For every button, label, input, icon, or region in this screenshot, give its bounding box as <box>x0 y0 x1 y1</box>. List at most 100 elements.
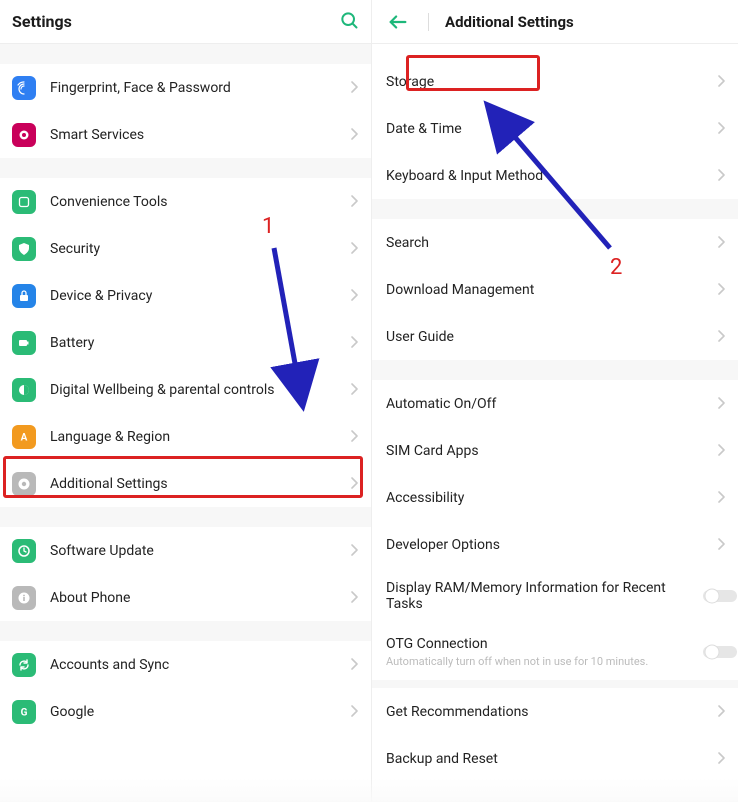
option-item[interactable]: Keyboard & Input Method <box>372 152 738 199</box>
label: Date & Time <box>386 121 462 137</box>
label: Convenience Tools <box>50 194 167 210</box>
settings-item-battery[interactable]: Battery <box>0 319 371 366</box>
label: Digital Wellbeing & parental controls <box>50 382 274 398</box>
settings-item-gear[interactable]: Additional Settings <box>0 460 371 507</box>
settings-item-wellbeing[interactable]: Digital Wellbeing & parental controls <box>0 366 371 413</box>
page-title: Settings <box>12 12 72 31</box>
label: Download Management <box>386 282 534 298</box>
label: Google <box>50 704 94 720</box>
settings-item-sync[interactable]: Accounts and Sync <box>0 641 371 688</box>
settings-item-shield[interactable]: Security <box>0 225 371 272</box>
option-item[interactable]: Search <box>372 219 738 266</box>
chevron-right-icon <box>351 286 359 305</box>
svg-text:A: A <box>21 432 28 443</box>
chevron-right-icon <box>718 394 726 413</box>
label: Search <box>386 235 429 251</box>
section-gap <box>372 360 738 380</box>
settings-item-lock[interactable]: Device & Privacy <box>0 272 371 319</box>
label: Automatic On/Off <box>386 396 496 412</box>
label: Fingerprint, Face & Password <box>50 80 231 96</box>
option-item[interactable]: Automatic On/Off <box>372 380 738 427</box>
chevron-right-icon <box>351 655 359 674</box>
chevron-right-icon <box>351 239 359 258</box>
option-item[interactable]: Developer Options <box>372 521 738 568</box>
label: Device & Privacy <box>50 288 152 304</box>
label: Accounts and Sync <box>50 657 169 673</box>
chevron-right-icon <box>351 427 359 446</box>
settings-item-g[interactable]: G Google <box>0 688 371 735</box>
settings-header: Settings <box>0 0 371 44</box>
section-gap <box>372 680 738 688</box>
label: OTG Connection <box>386 636 488 652</box>
chevron-right-icon <box>718 166 726 185</box>
option-item[interactable]: Accessibility <box>372 474 738 521</box>
option-item[interactable]: Date & Time <box>372 105 738 152</box>
option-item[interactable]: Backup and Reset <box>372 735 738 782</box>
toggle-switch[interactable] <box>702 587 738 605</box>
fingerprint-icon <box>12 76 36 100</box>
lock-icon <box>12 284 36 308</box>
settings-item-fingerprint[interactable]: Fingerprint, Face & Password <box>0 64 371 111</box>
sync-icon <box>12 653 36 677</box>
option-item[interactable]: Get Recommendations <box>372 688 738 735</box>
label: Keyboard & Input Method <box>386 168 543 184</box>
bottom-fade <box>0 778 738 802</box>
toggle-item[interactable]: OTG Connection Automatically turn off whe… <box>372 624 738 680</box>
update-icon <box>12 539 36 563</box>
label: SIM Card Apps <box>386 443 479 459</box>
label: Storage <box>386 74 434 90</box>
chevron-right-icon <box>351 125 359 144</box>
back-icon[interactable] <box>384 8 412 36</box>
option-item[interactable]: User Guide <box>372 313 738 360</box>
chevron-right-icon <box>351 78 359 97</box>
label: Get Recommendations <box>386 704 529 720</box>
chevron-right-icon <box>718 488 726 507</box>
spacer <box>372 44 738 58</box>
section-gap <box>0 44 371 64</box>
chevron-right-icon <box>718 702 726 721</box>
section-gap <box>0 158 371 178</box>
section-gap <box>372 199 738 219</box>
settings-item-about[interactable]: About Phone <box>0 574 371 621</box>
chevron-right-icon <box>351 380 359 399</box>
chevron-right-icon <box>718 749 726 768</box>
option-item[interactable]: SIM Card Apps <box>372 427 738 474</box>
chevron-right-icon <box>718 233 726 252</box>
label: Backup and Reset <box>386 751 498 767</box>
subtitle: Automatically turn off when not in use f… <box>386 655 648 668</box>
chevron-right-icon <box>351 702 359 721</box>
section-gap <box>0 621 371 641</box>
option-item[interactable]: Download Management <box>372 266 738 313</box>
settings-item-circle[interactable]: Smart Services <box>0 111 371 158</box>
additional-settings-header: Additional Settings <box>372 0 738 44</box>
search-icon[interactable] <box>339 10 359 34</box>
wellbeing-icon <box>12 378 36 402</box>
tools-icon <box>12 190 36 214</box>
chevron-right-icon <box>718 441 726 460</box>
settings-item-update[interactable]: Software Update <box>0 527 371 574</box>
label: Security <box>50 241 100 257</box>
label: Display RAM/Memory Information for Recen… <box>386 580 698 612</box>
label: Accessibility <box>386 490 464 506</box>
label: Smart Services <box>50 127 144 143</box>
settings-item-language[interactable]: A Language & Region <box>0 413 371 460</box>
toggle-switch[interactable] <box>702 643 738 661</box>
label: User Guide <box>386 329 454 345</box>
label: Software Update <box>50 543 154 559</box>
label: Developer Options <box>386 537 500 553</box>
gear-icon <box>12 472 36 496</box>
about-icon <box>12 586 36 610</box>
option-item[interactable]: Storage <box>372 58 738 105</box>
toggle-item[interactable]: Display RAM/Memory Information for Recen… <box>372 568 738 624</box>
label: Language & Region <box>50 429 170 445</box>
label: About Phone <box>50 590 130 606</box>
language-icon: A <box>12 425 36 449</box>
g-icon: G <box>12 700 36 724</box>
label: Battery <box>50 335 94 351</box>
chevron-right-icon <box>351 474 359 493</box>
settings-item-tools[interactable]: Convenience Tools <box>0 178 371 225</box>
chevron-right-icon <box>351 541 359 560</box>
shield-icon <box>12 237 36 261</box>
chevron-right-icon <box>351 333 359 352</box>
section-gap <box>0 507 371 527</box>
